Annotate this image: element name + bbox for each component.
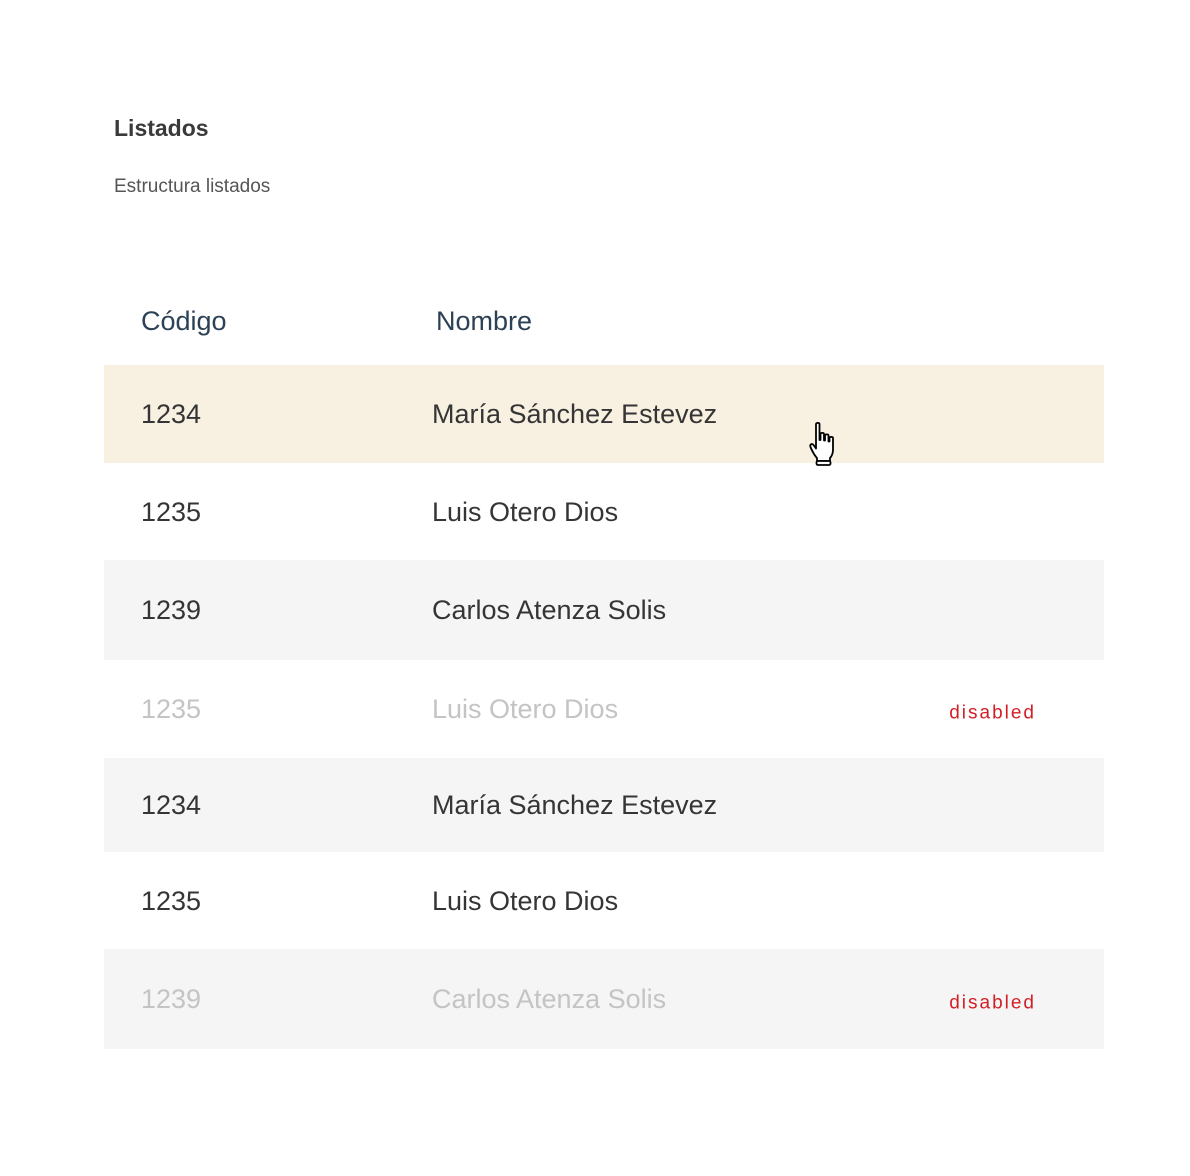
row-code: 1239 bbox=[141, 984, 202, 1014]
row-code: 1235 bbox=[141, 496, 202, 527]
row-name: María Sánchez Estevez bbox=[432, 790, 718, 820]
row-name: María Sánchez Estevez bbox=[432, 399, 718, 429]
row-name: Luis Otero Dios bbox=[432, 496, 619, 527]
hand-pointer-icon bbox=[809, 421, 834, 466]
row-code: 1234 bbox=[141, 790, 202, 820]
disabled-status-label: disabled bbox=[949, 702, 1036, 724]
table-row-disabled: 1235 Luis Otero Dios disabled bbox=[104, 660, 1104, 758]
page-title: Listados bbox=[114, 115, 209, 141]
table-row[interactable]: 1234 María Sánchez Estevez bbox=[104, 365, 1104, 463]
row-name: Luis Otero Dios bbox=[432, 885, 619, 916]
column-header-name[interactable]: Nombre bbox=[436, 303, 532, 339]
row-code: 1235 bbox=[141, 694, 202, 724]
table-row[interactable]: 1235 Luis Otero Dios bbox=[104, 463, 1104, 560]
row-code: 1234 bbox=[141, 399, 202, 429]
row-name: Luis Otero Dios bbox=[432, 694, 619, 724]
table-row[interactable]: 1239 Carlos Atenza Solis bbox=[104, 560, 1104, 660]
row-name: Carlos Atenza Solis bbox=[432, 595, 667, 625]
row-name: Carlos Atenza Solis bbox=[432, 984, 667, 1014]
column-header-code[interactable]: Código bbox=[141, 303, 227, 339]
table-header: Código Nombre bbox=[104, 285, 1104, 365]
page-subtitle: Estructura listados bbox=[114, 176, 271, 197]
table-row[interactable]: 1235 Luis Otero Dios bbox=[104, 852, 1104, 949]
disabled-status-label: disabled bbox=[949, 992, 1036, 1014]
table-row[interactable]: 1234 María Sánchez Estevez bbox=[104, 758, 1104, 852]
row-code: 1239 bbox=[141, 595, 202, 625]
row-code: 1235 bbox=[141, 885, 202, 916]
list-table: Código Nombre 1234 María Sánchez Estevez… bbox=[104, 285, 1104, 1049]
table-row-disabled: 1239 Carlos Atenza Solis disabled bbox=[104, 949, 1104, 1049]
